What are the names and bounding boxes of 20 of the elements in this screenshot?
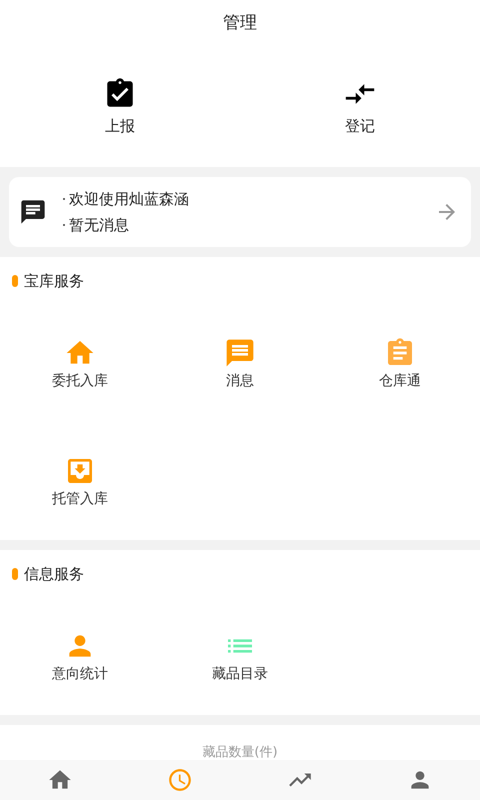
section-marker xyxy=(12,568,18,580)
section-title: 信息服务 xyxy=(24,564,84,585)
action-button[interactable]: 上报 xyxy=(0,77,240,138)
service-button[interactable]: 消息 xyxy=(224,336,256,392)
chat-icon xyxy=(19,198,47,226)
stats-title: 藏品数量(件) xyxy=(202,744,278,760)
notice-card[interactable]: 欢迎使用灿蓝森涵 暂无消息 xyxy=(9,177,471,247)
clock-icon xyxy=(167,767,193,793)
notice-line: 暂无消息 xyxy=(69,215,129,236)
service-button[interactable]: 委托入库 xyxy=(52,336,108,392)
page-title: 管理 xyxy=(223,12,257,36)
notice-line: 欢迎使用灿蓝森涵 xyxy=(69,189,189,210)
section-marker xyxy=(12,275,18,287)
message-icon xyxy=(224,336,256,368)
service-button[interactable]: 仓库通 xyxy=(379,336,421,392)
service-button[interactable]: 藏品目录 xyxy=(212,630,268,684)
service-button[interactable]: 托管入库 xyxy=(52,454,108,510)
service-button[interactable]: 意向统计 xyxy=(52,630,108,684)
section-title: 宝库服务 xyxy=(24,270,84,292)
action-button[interactable]: 登记 xyxy=(240,77,480,138)
